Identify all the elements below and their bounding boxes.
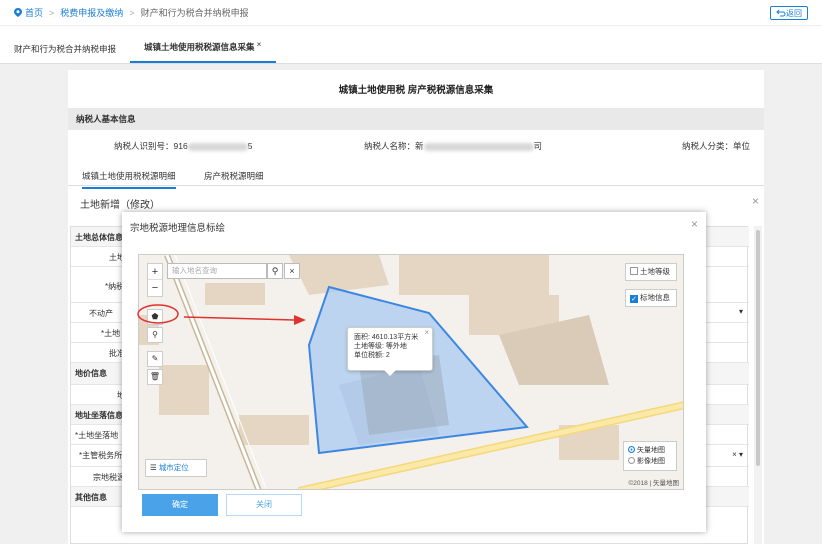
zoom-out-button[interactable]: − — [148, 280, 162, 296]
annotation-overlay — [137, 304, 306, 325]
popup-tax: 单位税额: 2 — [354, 352, 390, 359]
dialog-close-icon[interactable]: × — [691, 217, 698, 231]
breadcrumb-current: 财产和行为税合并纳税申报 — [140, 8, 249, 18]
basic-info-header: 纳税人基本信息 — [68, 108, 764, 130]
map-view[interactable]: + − 输入地名查询 ⚲ × ⬟ ⚲ ✎ 🗑 土地等级 ✓ 标地信息 × 面积: … — [138, 254, 684, 490]
zoom-in-button[interactable]: + — [148, 264, 162, 280]
subtab-land-use-tax[interactable]: 城镇土地使用税税源明细 — [82, 170, 176, 189]
back-button-label: 返回 — [786, 8, 802, 18]
form-scrollbar-thumb[interactable] — [756, 230, 760, 466]
parcel-info-popup: × 面积: 4610.13平方米 土地等级: 等外地 单位税额: 2 — [347, 327, 433, 376]
page-title: 城镇土地使用税 房产税税源信息采集 — [338, 85, 494, 96]
subtab-property-tax[interactable]: 房产税税源明细 — [204, 170, 264, 182]
popup-grade: 土地等级: 等外地 — [354, 343, 407, 350]
taxpayer-name: 纳税人名称：新 司 — [364, 140, 542, 152]
tab-label: 财产和行为税合并纳税申报 — [14, 44, 117, 54]
taxpayer-type-value: 单位 — [733, 141, 751, 151]
checkbox-icon[interactable] — [630, 267, 638, 275]
search-icon[interactable]: ⚲ — [267, 263, 283, 279]
redacted-mask — [423, 142, 534, 151]
form-row-label: 宗地税源 — [93, 473, 125, 482]
taxpayer-type: 纳税人分类：单位 — [682, 140, 750, 152]
land-grade-checkbox[interactable]: 土地等级 — [625, 263, 677, 281]
map-dialog: 宗地税源地理信息标绘 × + − 输入地名查询 ⚲ × ⬟ ⚲ ✎ 🗑 土地等级… — [122, 212, 706, 532]
layer-image-option[interactable]: 影像地图 — [628, 456, 672, 467]
close-button[interactable]: 关闭 — [226, 494, 302, 516]
annotation-arrow-line — [183, 316, 295, 321]
confirm-button[interactable]: 确定 — [142, 494, 218, 516]
dialog-title: 宗地税源地理信息标绘 — [130, 223, 226, 234]
return-icon — [776, 9, 786, 17]
taxpayer-id-start: 916 — [173, 141, 188, 151]
breadcrumb-home[interactable]: 首页 — [14, 6, 43, 19]
taxpayer-id-label: 纳税人识别号： — [114, 141, 174, 151]
list-icon: ☰ — [150, 463, 159, 472]
checkbox-checked-icon[interactable]: ✓ — [630, 295, 638, 303]
land-grade-label: 土地等级 — [640, 267, 670, 276]
tab-land-use-tax-collection[interactable]: 城镇土地使用税税源信息采集 × — [130, 39, 276, 63]
tab-label: 城镇土地使用税税源信息采集 — [144, 42, 255, 52]
taxpayer-name-end: 司 — [533, 141, 543, 151]
breadcrumb-separator: > — [129, 7, 135, 18]
form-row-label: 土地总体信息 — [75, 233, 123, 242]
taxpayer-name-label: 纳税人名称： — [364, 141, 416, 151]
label-info-checkbox[interactable]: ✓ 标地信息 — [625, 289, 677, 307]
city-locate-button[interactable]: ☰ 城市定位 — [145, 459, 207, 477]
dropdown-arrow-icon[interactable]: ▾ — [739, 307, 743, 316]
land-form-title: 土地新增（修改） — [80, 200, 160, 211]
layer-vector-label: 矢量地图 — [637, 447, 665, 454]
popup-close-icon[interactable]: × — [424, 328, 429, 337]
breadcrumb-level1[interactable]: 税费申报及缴纳 — [60, 6, 123, 19]
layer-vector-option[interactable]: 矢量地图 — [628, 445, 672, 456]
map-search-input[interactable]: 输入地名查询 — [167, 263, 267, 279]
popup-pointer — [384, 370, 396, 376]
map-canvas[interactable] — [139, 255, 684, 490]
tab-property-tax-filing[interactable]: 财产和行为税合并纳税申报 — [0, 43, 130, 63]
building-block — [399, 255, 549, 295]
form-row-label: *土地坐落地 — [75, 431, 119, 440]
taxpayer-name-start: 新 — [415, 141, 424, 151]
breadcrumb-separator: > — [49, 7, 55, 18]
clear-dropdown-icon[interactable]: × ▾ — [732, 450, 743, 459]
clear-icon[interactable]: × — [284, 263, 300, 279]
location-pin-icon — [14, 8, 22, 17]
form-row-label: 地价信息 — [75, 369, 107, 378]
form-row-label: *土地 — [101, 329, 121, 338]
form-row-label: 不动产 — [89, 309, 113, 318]
building-block — [205, 283, 265, 305]
layer-image-label: 影像地图 — [637, 458, 665, 465]
taxpayer-id-end: 5 — [247, 141, 253, 151]
annotation-arrowhead — [294, 315, 306, 325]
zoom-control: + − — [147, 263, 163, 297]
label-info-label: 标地信息 — [640, 293, 670, 302]
map-copyright: ©2018 | 矢量地图 — [628, 480, 679, 487]
city-locate-label: 城市定位 — [158, 463, 189, 472]
radio-selected-icon[interactable] — [628, 446, 635, 453]
radio-icon[interactable] — [628, 457, 635, 464]
building-block — [159, 365, 209, 415]
delete-icon[interactable]: 🗑 — [147, 369, 163, 385]
land-form-close-icon[interactable]: × — [752, 194, 759, 208]
back-button[interactable]: 返回 — [770, 6, 808, 20]
page-tabs: 财产和行为税合并纳税申报 城镇土地使用税税源信息采集 × — [0, 38, 822, 64]
popup-area: 面积: 4610.13平方米 — [354, 334, 419, 341]
layer-switcher: 矢量地图 影像地图 — [623, 441, 677, 471]
form-row-label: 地址坐落信息 — [75, 411, 123, 420]
form-row-label: 其他信息 — [75, 493, 107, 502]
taxpayer-id: 纳税人识别号：916 5 — [114, 140, 252, 152]
edit-icon[interactable]: ✎ — [147, 351, 163, 367]
breadcrumb-home-label[interactable]: 首页 — [25, 6, 43, 19]
sub-tabs: 城镇土地使用税税源明细 房产税税源明细 — [68, 164, 764, 189]
building-block — [239, 415, 309, 445]
breadcrumb: 首页 > 税费申报及缴纳 > 财产和行为税合并纳税申报 返回 — [0, 0, 822, 26]
taxpayer-type-label: 纳税人分类： — [682, 141, 734, 151]
annotation-circle — [137, 304, 179, 324]
form-row-label: *主管税务所 — [79, 451, 123, 460]
redacted-mask — [187, 142, 248, 151]
tab-close-icon[interactable]: × — [257, 39, 262, 49]
